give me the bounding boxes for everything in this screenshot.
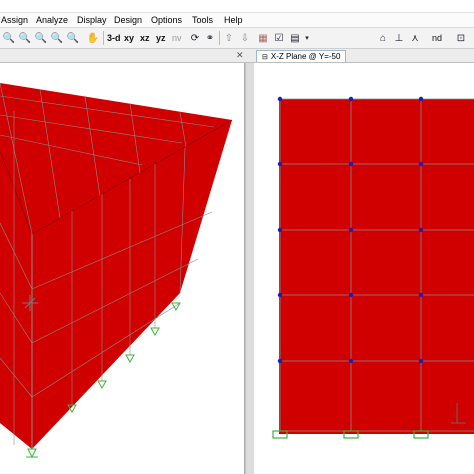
menu-analyze[interactable]: Analyze bbox=[36, 15, 68, 25]
toolbar: 🔍 🔍 🔍 🔍 🔍 ✋ 3-d xy xz yz nv ⟳ ⚭ ⇧ ⇩ ▦ ☑ … bbox=[0, 28, 474, 49]
rotate-icon[interactable]: ⟳ bbox=[188, 31, 202, 45]
joint-node[interactable] bbox=[277, 292, 283, 298]
title-bar-strip bbox=[0, 0, 474, 13]
joint-node[interactable] bbox=[348, 227, 354, 233]
check-icon[interactable]: ☑ bbox=[272, 31, 286, 45]
view-yz-button[interactable]: yz bbox=[156, 33, 166, 43]
model-3d-canvas[interactable] bbox=[0, 63, 244, 474]
toolbar-separator bbox=[219, 31, 220, 45]
close-left-window-icon[interactable]: ✕ bbox=[236, 50, 244, 61]
joint-node[interactable] bbox=[418, 292, 424, 298]
joint-node[interactable] bbox=[418, 161, 424, 167]
pin-icon: ⊟ bbox=[262, 54, 268, 61]
view-nv-button[interactable]: nv bbox=[172, 33, 182, 43]
restraint-icon[interactable]: ⌂ bbox=[376, 31, 390, 45]
toolbar-separator bbox=[103, 31, 104, 45]
xz-wall-panel bbox=[279, 99, 474, 434]
menu-bar: Assign Analyze Display Design Options To… bbox=[0, 0, 474, 28]
menu-display[interactable]: Display bbox=[77, 15, 107, 25]
tab-xz-plane[interactable]: ⊟ X-Z Plane @ Y=-50 bbox=[256, 50, 347, 62]
menu-tools[interactable]: Tools bbox=[192, 15, 213, 25]
joint-node[interactable] bbox=[277, 96, 283, 102]
move-down-icon[interactable]: ⇩ bbox=[238, 31, 252, 45]
nd-button[interactable]: nd bbox=[432, 33, 442, 43]
menu-help[interactable]: Help bbox=[224, 15, 243, 25]
menu-options[interactable]: Options bbox=[151, 15, 182, 25]
menu-assign[interactable]: Assign bbox=[1, 15, 28, 25]
perspective-icon[interactable]: ⚭ bbox=[203, 31, 217, 45]
xz-plane-canvas[interactable] bbox=[254, 63, 474, 474]
zoom-rubberband-icon[interactable]: 🔍 bbox=[2, 31, 16, 45]
joint-node[interactable] bbox=[348, 292, 354, 298]
joint-node[interactable] bbox=[418, 358, 424, 364]
model-view-xz-plane[interactable] bbox=[254, 63, 474, 474]
graph-icon[interactable]: ▦ bbox=[256, 31, 270, 45]
view-xz-button[interactable]: xz bbox=[140, 33, 150, 43]
joint-node[interactable] bbox=[277, 161, 283, 167]
frame-icon[interactable]: ⊡ bbox=[454, 31, 468, 45]
joint-node[interactable] bbox=[277, 358, 283, 364]
menu-design[interactable]: Design bbox=[114, 15, 142, 25]
joint-node[interactable] bbox=[418, 96, 424, 102]
move-up-icon[interactable]: ⇧ bbox=[222, 31, 236, 45]
joint-node[interactable] bbox=[348, 161, 354, 167]
tab-title: X-Z Plane @ Y=-50 bbox=[270, 52, 341, 61]
zoom-in-icon[interactable]: 🔍 bbox=[34, 31, 48, 45]
model-view-3d[interactable] bbox=[0, 63, 245, 474]
dropdown-arrow-icon[interactable]: ▾ bbox=[300, 31, 314, 45]
joint-node[interactable] bbox=[277, 227, 283, 233]
zoom-previous-icon[interactable]: 🔍 bbox=[66, 31, 80, 45]
model-3d-solid bbox=[0, 83, 232, 449]
view-3d-button[interactable]: 3-d bbox=[107, 33, 121, 43]
joint-node[interactable] bbox=[418, 227, 424, 233]
pan-hand-icon[interactable]: ✋ bbox=[86, 31, 100, 45]
pin-support-icon[interactable]: ⋏ bbox=[408, 31, 422, 45]
joint-node[interactable] bbox=[348, 358, 354, 364]
restore-full-view-icon[interactable]: 🔍 bbox=[18, 31, 32, 45]
view-xy-button[interactable]: xy bbox=[124, 33, 134, 43]
window-tab-row: ✕ ⊟ X-Z Plane @ Y=-50 bbox=[0, 49, 474, 63]
fixed-support-icon[interactable]: ⊥ bbox=[392, 31, 406, 45]
zoom-out-icon[interactable]: 🔍 bbox=[50, 31, 64, 45]
joint-node[interactable] bbox=[348, 96, 354, 102]
